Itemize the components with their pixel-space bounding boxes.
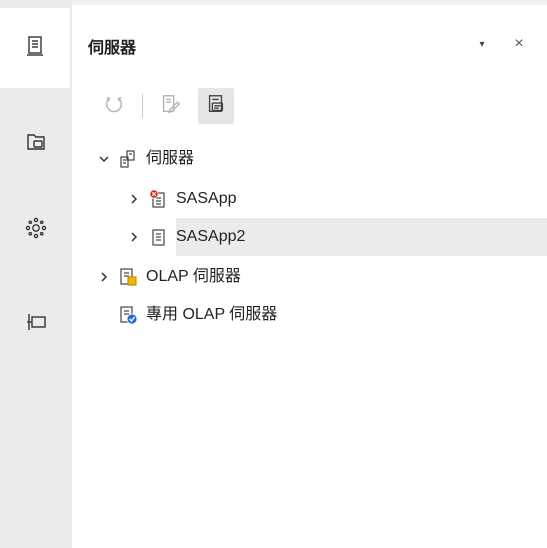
edit-icon xyxy=(159,93,181,120)
tree-node-sasapp[interactable]: SASApp xyxy=(126,180,236,218)
servers-panel: 伺服器 ▾ × 伺服器 SASApp SASApp2 OLAP 伺服器 專用 O… xyxy=(72,0,547,548)
chevron-down-icon[interactable] xyxy=(96,151,112,167)
dropdown-arrow-icon: ▾ xyxy=(479,38,485,50)
server-error-icon xyxy=(148,189,168,209)
server-icon xyxy=(148,227,168,247)
tree-node-label: 專用 OLAP 伺服器 xyxy=(146,306,278,323)
chevron-right-icon[interactable] xyxy=(96,269,112,285)
tree-node-label: SASApp2 xyxy=(176,228,246,245)
rail-folders-tab[interactable] xyxy=(0,104,72,184)
server-icon xyxy=(23,34,47,63)
properties-icon xyxy=(205,93,227,120)
server-group-icon xyxy=(118,149,138,169)
rail-servers-tab[interactable] xyxy=(0,8,70,88)
toolbar-separator xyxy=(142,94,143,118)
panel-title: 伺服器 xyxy=(88,40,137,57)
rail-network-tab[interactable] xyxy=(0,190,72,270)
dedicated-olap-server-icon xyxy=(118,305,138,325)
tree-node-sasapp2-content[interactable]: SASApp2 xyxy=(126,218,245,256)
panel-toolbar xyxy=(96,88,296,124)
properties-button[interactable] xyxy=(198,88,234,124)
rail-pin-tab[interactable] xyxy=(0,284,72,364)
folder-icon xyxy=(24,130,48,159)
refresh-icon xyxy=(103,93,125,120)
tree-node-label: OLAP 伺服器 xyxy=(146,268,241,285)
edit-button[interactable] xyxy=(152,88,188,124)
tree-node-label: 伺服器 xyxy=(146,150,195,167)
panel-close-button[interactable]: × xyxy=(507,32,531,56)
chevron-right-icon[interactable] xyxy=(126,229,142,245)
tree-node-servers-root[interactable]: 伺服器 xyxy=(96,140,194,178)
pin-icon xyxy=(24,310,48,339)
olap-server-icon xyxy=(118,267,138,287)
network-icon xyxy=(24,216,48,245)
panel-header: 伺服器 ▾ × xyxy=(72,28,547,60)
close-icon: × xyxy=(514,35,524,52)
chevron-right-icon[interactable] xyxy=(126,191,142,207)
tree-node-label: SASApp xyxy=(176,190,237,207)
activity-rail xyxy=(0,0,72,548)
tree-node-olap-servers[interactable]: OLAP 伺服器 xyxy=(96,258,241,296)
refresh-button[interactable] xyxy=(96,88,132,124)
servers-window: 伺服器 ▾ × 伺服器 SASApp SASApp2 OLAP 伺服器 專用 O… xyxy=(0,0,547,548)
panel-menu-button[interactable]: ▾ xyxy=(470,32,494,56)
tree-node-dedicated-olap-servers[interactable]: 專用 OLAP 伺服器 xyxy=(118,296,277,334)
panel-top-border xyxy=(72,0,547,5)
